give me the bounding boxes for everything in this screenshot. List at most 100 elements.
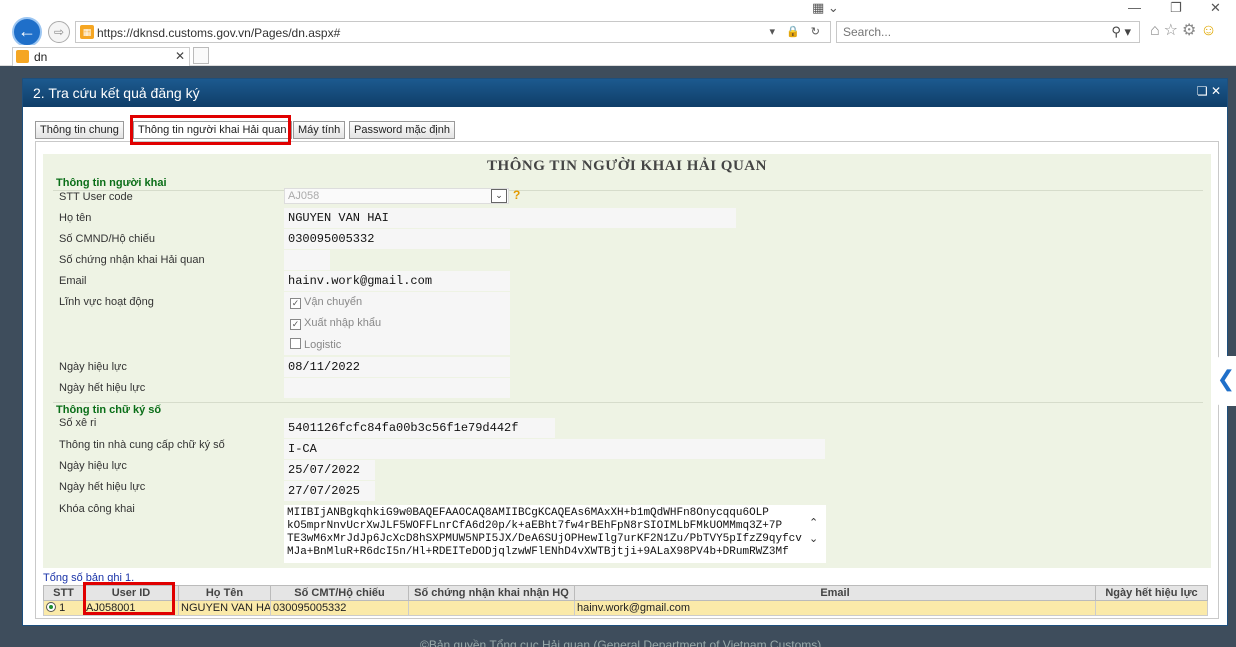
grid-icon[interactable]: ▦ ⌄	[812, 0, 839, 16]
col-expiry: Ngày hết hiệu lực	[1095, 585, 1208, 601]
tab-favicon-icon	[16, 50, 29, 63]
col-id-number: Số CMT/Hộ chiếu	[270, 585, 409, 601]
close-modal-icon[interactable]: ✕	[1211, 84, 1221, 98]
side-panel-chevron-icon[interactable]: ❮	[1216, 356, 1236, 406]
expiry-date-field	[284, 378, 510, 398]
checkbox-logistic[interactable]: Logistic	[290, 338, 341, 351]
label-effective-date: Ngày hiệu lực	[59, 361, 127, 373]
browser-chrome: ← ⇨ ▦ https://dknsd.customs.gov.vn/Pages…	[0, 0, 1236, 66]
copyright-footer: ©Bản quyền Tổng cục Hải quan (General De…	[420, 638, 822, 647]
section-signature-info: Thông tin chữ ký số	[56, 404, 162, 416]
tab-panel: THÔNG TIN NGƯỜI KHAI HẢI QUAN Thông tin …	[35, 141, 1219, 619]
close-window-icon[interactable]: ✕	[1210, 0, 1221, 16]
cell-email: hainv.work@gmail.com	[574, 600, 1096, 616]
cert-number-field	[284, 250, 330, 270]
search-input[interactable]	[843, 25, 1093, 39]
browser-tab-dn[interactable]: dn ✕	[12, 47, 190, 66]
id-number-field: 030095005332	[284, 229, 510, 249]
label-id-number: Số CMND/Hộ chiếu	[59, 233, 155, 245]
textarea-scroll-icons[interactable]: ⌃ ⌄	[809, 515, 818, 547]
tab-general-info[interactable]: Thông tin chung	[35, 121, 124, 139]
back-arrow-icon[interactable]: ←	[12, 17, 42, 47]
section-divider	[53, 190, 1203, 191]
row-radio-icon[interactable]	[46, 602, 56, 612]
full-name-field: NGUYEN VAN HAI	[284, 208, 736, 228]
cell-stt-value: 1	[59, 602, 66, 614]
col-stt: STT	[43, 585, 84, 601]
search-icon[interactable]: ⚲ ▾	[1111, 24, 1131, 40]
cell-expiry	[1095, 600, 1208, 616]
address-bar[interactable]: ▦ https://dknsd.customs.gov.vn/Pages/dn.…	[75, 21, 831, 43]
url-text: https://dknsd.customs.gov.vn/Pages/dn.as…	[97, 26, 341, 40]
modal-title: 2. Tra cứu kết quả đăng ký	[33, 85, 200, 101]
tab-title: dn	[34, 50, 48, 64]
label-sig-effective-date: Ngày hiệu lực	[59, 460, 127, 472]
declarant-form: THÔNG TIN NGƯỜI KHAI HẢI QUAN Thông tin …	[43, 154, 1211, 568]
lookup-modal: 2. Tra cứu kết quả đăng ký ❏ ✕ Thông tin…	[22, 78, 1228, 626]
col-cert-number: Số chứng nhận khai nhận HQ	[408, 585, 575, 601]
home-icon[interactable]: ⌂	[1150, 22, 1164, 39]
maximize-icon[interactable]: ❏	[1197, 84, 1208, 98]
new-tab-icon[interactable]	[193, 47, 209, 64]
minimize-icon[interactable]: —	[1128, 0, 1141, 15]
restore-icon[interactable]: ❐	[1170, 0, 1182, 16]
results-table: STT User ID Họ Tên Số CMT/Hộ chiếu Số ch…	[43, 585, 1208, 616]
label-email: Email	[59, 275, 87, 287]
checkbox-checked-icon[interactable]: ✓	[290, 319, 301, 330]
cell-name: NGUYEN VAN HAI	[178, 600, 271, 616]
scroll-down-icon[interactable]: ⌄	[809, 533, 818, 545]
cell-cert-number	[408, 600, 575, 616]
label-serial: Số xê ri	[59, 417, 97, 429]
col-email: Email	[574, 585, 1096, 601]
settings-gear-icon[interactable]: ⚙	[1182, 22, 1200, 39]
label-provider: Thông tin nhà cung cấp chữ ký số	[59, 439, 225, 451]
section-divider	[53, 402, 1203, 403]
table-row[interactable]: 1 AJ058001 NGUYEN VAN HAI 030095005332 h…	[43, 600, 1208, 616]
serial-field: 5401126fcfc84fa00b3c56f1e79d442f	[284, 418, 555, 438]
modal-header: 2. Tra cứu kết quả đăng ký ❏ ✕	[23, 79, 1227, 107]
label-sig-expiry-date: Ngày hết hiệu lực	[59, 481, 146, 493]
highlight-box-tab	[130, 115, 291, 145]
search-box[interactable]: ⚲ ▾	[836, 21, 1140, 43]
provider-field: I-CA	[284, 439, 825, 459]
toolbar-icons: ⌂☆⚙☺	[1150, 20, 1221, 40]
label-field: Lĩnh vực hoạt động	[59, 296, 154, 308]
site-favicon-icon: ▦	[80, 25, 94, 39]
tab-computer[interactable]: Máy tính	[293, 121, 346, 139]
help-icon[interactable]: ?	[513, 188, 520, 202]
favorites-star-icon[interactable]: ☆	[1164, 22, 1182, 39]
scroll-up-icon[interactable]: ⌃	[809, 517, 818, 529]
checkbox-label: Xuất nhập khẩu	[304, 317, 382, 329]
feedback-smiley-icon[interactable]: ☺	[1200, 22, 1220, 39]
modal-controls: ❏ ✕	[1197, 84, 1221, 98]
checkbox-checked-icon[interactable]: ✓	[290, 298, 301, 309]
highlight-box-user-id	[83, 582, 175, 615]
checkbox-label: Logistic	[304, 339, 342, 351]
section-declarant-info: Thông tin người khai	[56, 177, 167, 189]
tab-close-icon[interactable]: ✕	[175, 49, 185, 63]
label-cert-number: Số chứng nhận khai Hải quan	[59, 254, 205, 266]
checkbox-transport[interactable]: ✓ Vận chuyển	[290, 296, 362, 309]
label-public-key: Khóa công khai	[59, 503, 135, 515]
public-key-textarea[interactable]: MIIBIjANBgkqhkiG9w0BAQEFAAOCAQ8AMIIBCgKC…	[284, 505, 826, 563]
cell-stt[interactable]: 1	[43, 600, 84, 616]
col-name: Họ Tên	[178, 585, 271, 601]
checkbox-empty-icon[interactable]	[290, 338, 301, 349]
label-user-code: STT User code	[59, 191, 133, 203]
checkbox-label: Vận chuyển	[304, 296, 363, 308]
form-title: THÔNG TIN NGƯỜI KHAI HẢI QUAN	[487, 158, 767, 174]
label-expiry-date: Ngày hết hiệu lực	[59, 382, 146, 394]
label-full-name: Họ tên	[59, 212, 92, 224]
checkbox-import-export[interactable]: ✓ Xuất nhập khẩu	[290, 317, 381, 330]
sig-effective-date-field: 25/07/2022	[284, 460, 375, 480]
sig-expiry-date-field: 27/07/2025	[284, 481, 375, 501]
user-code-select[interactable]: AJ058	[284, 188, 509, 204]
chevron-down-icon[interactable]: ⌄	[491, 189, 507, 203]
cell-id-number: 030095005332	[270, 600, 409, 616]
email-field: hainv.work@gmail.com	[284, 271, 510, 291]
tab-bar: dn ✕	[0, 45, 1236, 66]
address-tools-icons[interactable]: ▾ 🔒 ↻	[769, 25, 824, 38]
effective-date-field: 08/11/2022	[284, 357, 510, 377]
tab-default-password[interactable]: Password mặc định	[349, 121, 455, 139]
forward-arrow-icon[interactable]: ⇨	[48, 21, 70, 43]
